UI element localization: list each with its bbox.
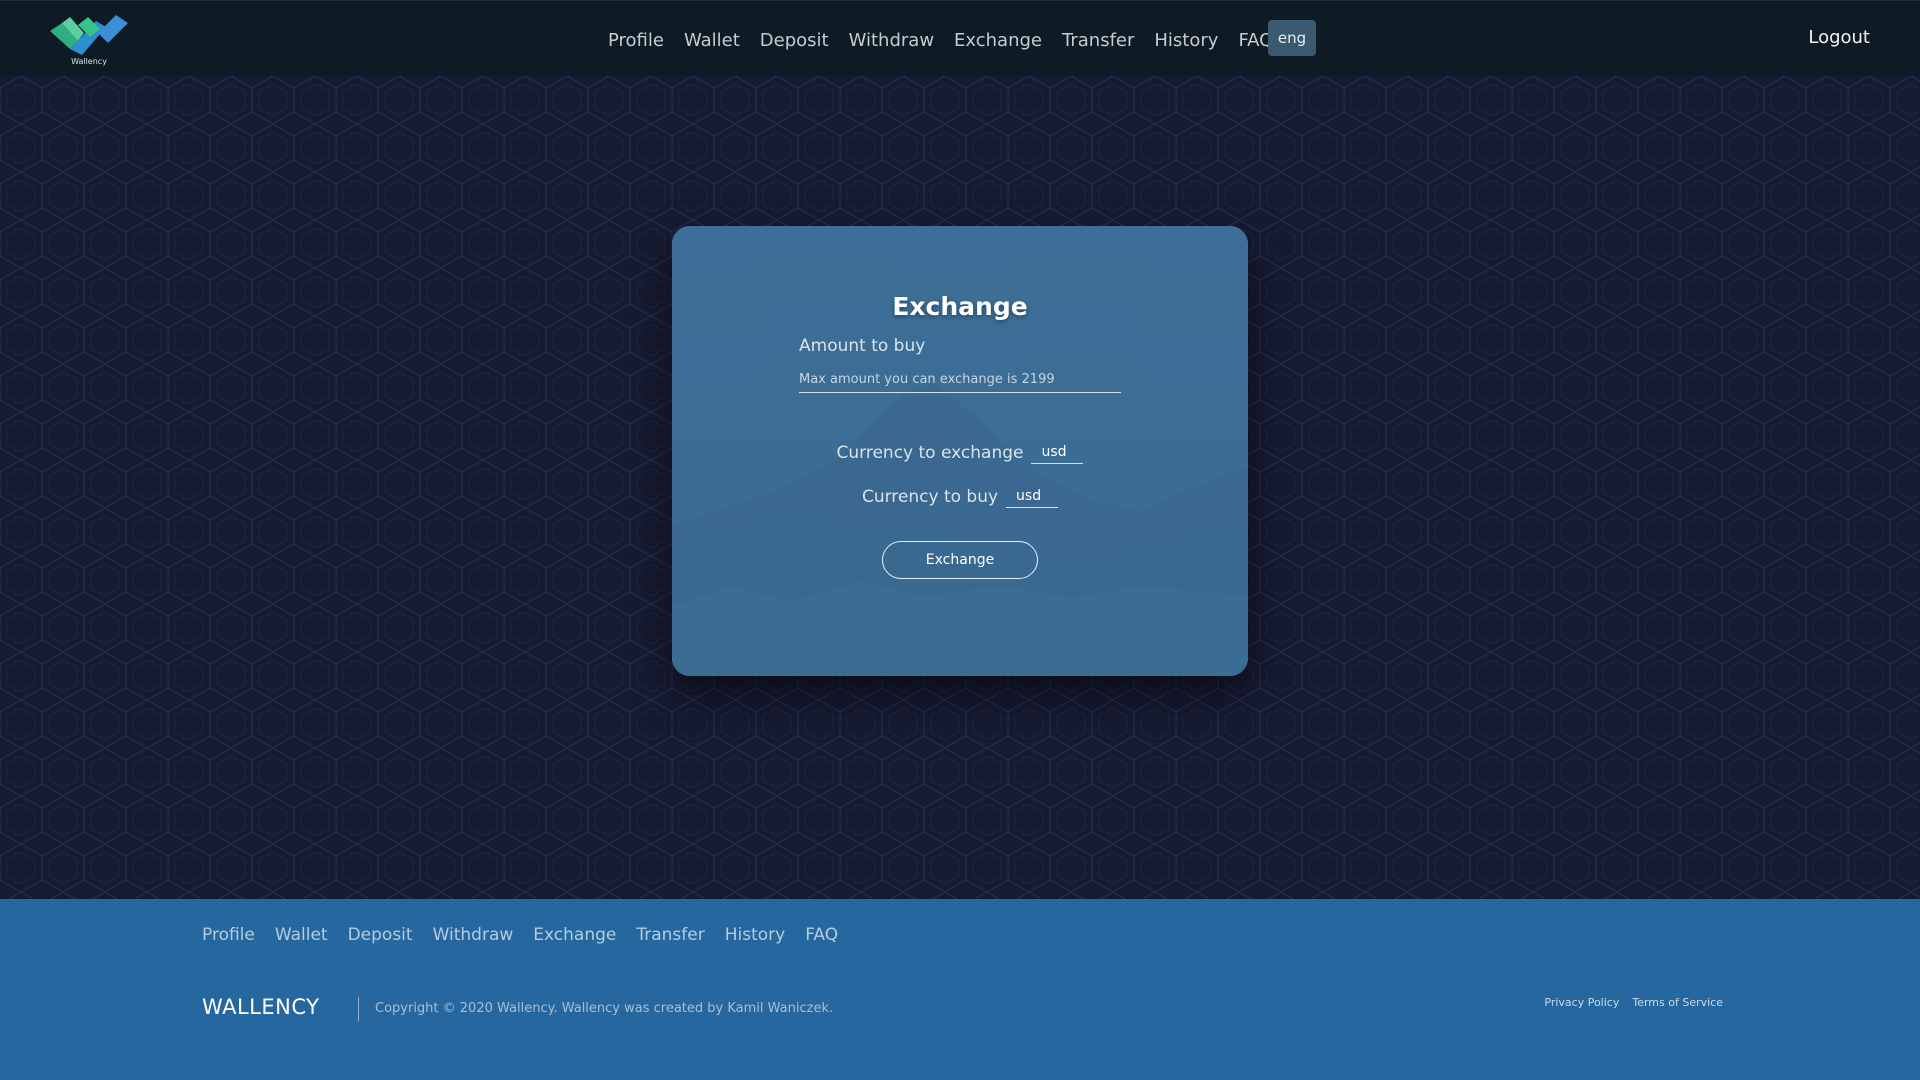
nav-withdraw[interactable]: Withdraw — [849, 30, 934, 51]
currency-buy-label: Currency to buy — [861, 487, 999, 507]
currency-buy-select[interactable]: usd — [1006, 486, 1059, 508]
footer-nav-profile[interactable]: Profile — [202, 925, 255, 945]
nav-exchange[interactable]: Exchange — [954, 30, 1042, 51]
terms-of-service-link[interactable]: Terms of Service — [1632, 996, 1723, 1009]
nav-wallet[interactable]: Wallet — [684, 30, 740, 51]
exchange-submit-button[interactable]: Exchange — [882, 541, 1038, 579]
legal-links: Privacy Policy Terms of Service — [1531, 996, 1723, 1009]
footer-nav-faq[interactable]: FAQ — [805, 925, 838, 945]
nav-profile[interactable]: Profile — [608, 30, 664, 51]
footer: Profile Wallet Deposit Withdraw Exchange… — [0, 899, 1920, 1080]
footer-nav-transfer[interactable]: Transfer — [636, 925, 704, 945]
footer-nav-wallet[interactable]: Wallet — [275, 925, 328, 945]
copyright-text: Copyright © 2020 Wallency. Wallency was … — [375, 1001, 834, 1016]
footer-nav-history[interactable]: History — [725, 925, 785, 945]
amount-label: Amount to buy — [799, 336, 926, 356]
currency-buy-row: Currency to buy usd — [672, 486, 1248, 508]
currency-exchange-row: Currency to exchange usd — [672, 442, 1248, 464]
nav-deposit[interactable]: Deposit — [760, 30, 829, 51]
exchange-title: Exchange — [892, 292, 1028, 321]
logo-icon — [50, 15, 128, 55]
currency-exchange-select[interactable]: usd — [1031, 442, 1084, 464]
top-navbar: Wallency Profile Wallet Deposit Withdraw… — [0, 0, 1920, 76]
logo-text: Wallency — [71, 57, 107, 66]
nav-transfer[interactable]: Transfer — [1062, 30, 1134, 51]
footer-nav-deposit[interactable]: Deposit — [348, 925, 413, 945]
main-nav: Profile Wallet Deposit Withdraw Exchange… — [608, 25, 1293, 55]
amount-input[interactable] — [799, 366, 1121, 393]
footer-nav: Profile Wallet Deposit Withdraw Exchange… — [202, 925, 858, 945]
exchange-card: Exchange Amount to buy Currency to excha… — [672, 226, 1248, 676]
nav-history[interactable]: History — [1154, 30, 1218, 51]
currency-exchange-label: Currency to exchange — [836, 443, 1024, 463]
footer-divider — [358, 997, 359, 1021]
footer-brand: WALLENCY — [202, 995, 320, 1019]
language-button[interactable]: eng — [1268, 20, 1316, 56]
wallency-logo[interactable]: Wallency — [48, 13, 130, 71]
logout-link[interactable]: Logout — [1808, 27, 1870, 48]
footer-nav-exchange[interactable]: Exchange — [533, 925, 616, 945]
footer-nav-withdraw[interactable]: Withdraw — [433, 925, 514, 945]
privacy-policy-link[interactable]: Privacy Policy — [1544, 996, 1619, 1009]
